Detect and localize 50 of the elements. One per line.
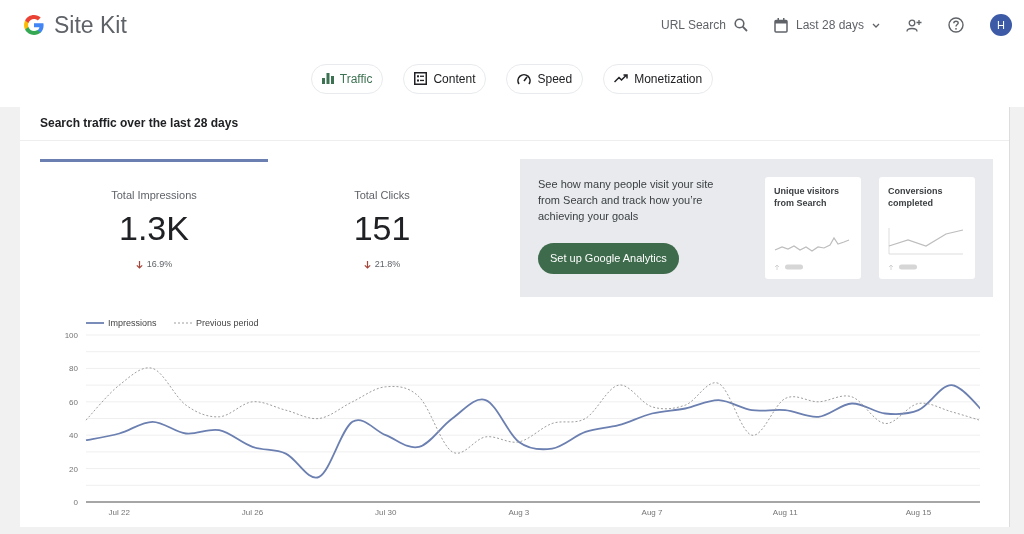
brand-name: Site Kit (54, 10, 127, 40)
change-value: 21.8% (374, 258, 401, 272)
card-title: Search traffic over the last 28 days (40, 116, 239, 130)
legend-label: Impressions (108, 318, 157, 328)
calendar-icon (773, 17, 788, 33)
placeholder-drawing (888, 264, 918, 270)
setup-analytics-button[interactable]: Set up Google Analytics (538, 242, 679, 274)
change-value: 16.9% (146, 258, 173, 272)
y-tick-label: 60 (69, 397, 78, 407)
list-icon (414, 72, 428, 85)
help-icon[interactable] (948, 17, 964, 33)
metric-label: Total Impressions (111, 189, 197, 201)
gauge-icon (517, 72, 532, 85)
metric-label: Total Clicks (354, 189, 410, 201)
nav-tab[interactable]: Content (403, 63, 487, 94)
nav-tab[interactable]: Speed (506, 63, 584, 94)
legend-label: Previous period (196, 318, 259, 328)
logo-icon (22, 13, 46, 37)
url-search-button[interactable]: URL Search (661, 16, 748, 34)
trend-icon (614, 74, 629, 83)
metric-tab[interactable]: Total Impressions 1.3K 16.9% (40, 159, 268, 297)
y-tick-label: 20 (69, 464, 78, 474)
add-user-icon[interactable] (906, 18, 922, 32)
x-tick-label: Aug 15 (905, 508, 932, 517)
y-tick-label: 40 (69, 431, 78, 441)
preview-title: Unique visitors from Search (774, 186, 840, 210)
x-tick-label: Aug 7 (641, 508, 663, 517)
metric-value: 1.3K (119, 209, 189, 247)
metric-tab[interactable]: Total Clicks 151 21.8% (268, 159, 496, 297)
x-tick-label: Jul 22 (108, 508, 130, 517)
avatar[interactable]: H (990, 14, 1012, 36)
preview-title: Conversions completed (888, 186, 944, 210)
caret-icon (872, 22, 880, 28)
date-range-button[interactable]: Last 28 days (773, 16, 880, 34)
y-tick-label: 0 (73, 498, 78, 507)
y-tick-label: 80 (69, 364, 78, 374)
down-arrow-icon (363, 260, 371, 269)
placeholder-drawing (774, 264, 804, 270)
nav-tab[interactable]: Traffic (310, 63, 384, 94)
down-arrow-icon (135, 260, 143, 269)
x-tick-label: Aug 3 (508, 508, 530, 517)
promo-text: See how many people visit your site from Search and track how you’re achieving your goals (538, 177, 715, 224)
x-tick-label: Jul 30 (375, 508, 397, 517)
bar-chart-icon (321, 73, 334, 84)
metric-value: 151 (353, 209, 411, 247)
search-icon (733, 18, 748, 32)
y-tick-label: 100 (64, 331, 78, 340)
x-tick-label: Aug 11 (772, 508, 798, 517)
x-tick-label: Jul 26 (241, 508, 264, 517)
nav-tab[interactable]: Monetization (603, 63, 714, 94)
